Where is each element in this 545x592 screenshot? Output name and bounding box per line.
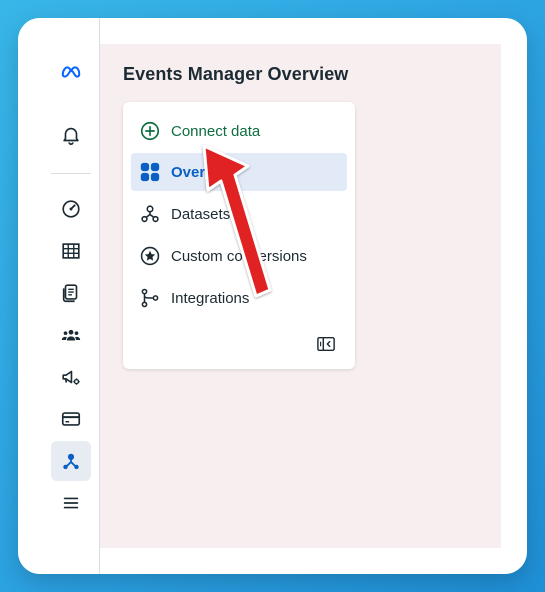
rail-divider: [51, 173, 91, 174]
menu-item-custom-conversions[interactable]: Custom conversions: [131, 237, 347, 275]
menu-hamburger-icon[interactable]: [51, 483, 91, 523]
integrations-nodes-icon: [139, 287, 161, 309]
global-nav-rail: [18, 18, 100, 574]
dashboard-gauge-icon[interactable]: [51, 189, 91, 229]
menu-item-integrations[interactable]: Integrations: [131, 279, 347, 317]
app-window: Events Manager Overview Connect data Ove…: [18, 18, 527, 574]
menu-item-label: Integrations: [171, 289, 250, 307]
menu-item-label: Datasets: [171, 205, 231, 223]
overview-tiles-icon: [139, 161, 161, 183]
menu-item-connect-data[interactable]: Connect data: [131, 112, 347, 150]
menu-item-label: Overview: [171, 163, 238, 181]
notifications-bell-icon[interactable]: [51, 115, 91, 155]
star-circle-icon: [139, 245, 161, 267]
main-content: Events Manager Overview Connect data Ove…: [100, 44, 501, 548]
datasets-network-icon: [139, 203, 161, 225]
campaign-megaphone-gear-icon[interactable]: [51, 357, 91, 397]
menu-item-overview[interactable]: Overview: [131, 153, 347, 191]
menu-item-label: Connect data: [171, 122, 261, 140]
collapse-sidebar-icon: [317, 336, 335, 352]
documents-icon[interactable]: [51, 273, 91, 313]
billing-card-icon[interactable]: [51, 399, 91, 439]
collapse-sidebar-button[interactable]: [315, 334, 337, 354]
menu-item-label: Custom conversions: [171, 247, 307, 265]
menu-item-datasets[interactable]: Datasets: [131, 195, 347, 233]
meta-logo-icon[interactable]: [51, 52, 91, 92]
audience-people-icon[interactable]: [51, 315, 91, 355]
table-icon[interactable]: [51, 231, 91, 271]
events-manager-nav-panel: Connect data Overview Datasets Custom co…: [123, 102, 355, 369]
events-manager-network-icon[interactable]: [51, 441, 91, 481]
page-title: Events Manager Overview: [123, 64, 349, 84]
plus-circle-icon: [139, 120, 161, 142]
